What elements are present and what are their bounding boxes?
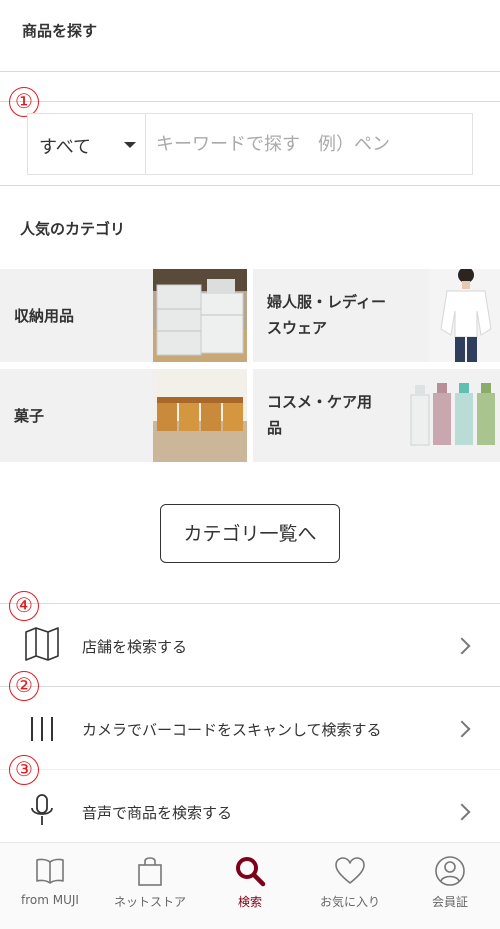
shopping-bag-icon xyxy=(138,857,162,886)
tab-favorites[interactable]: お気に入り xyxy=(300,843,400,929)
row-label: カメラでバーコードをスキャンして検索する xyxy=(82,721,382,739)
tab-search[interactable]: 検索 xyxy=(200,843,300,929)
storage-drawers-image xyxy=(153,269,247,362)
row-store-search[interactable]: 店舗を検索する xyxy=(0,604,500,686)
caret-down-icon xyxy=(124,142,136,148)
bottom-tab-bar: from MUJI ネットストア 検索 お気に入り 会員証 xyxy=(0,842,500,929)
category-tile-label-line1: コスメ・ケア用 xyxy=(267,393,373,411)
row-barcode-search[interactable]: カメラでバーコードをスキャンして検索する xyxy=(0,687,500,769)
tab-label: 検索 xyxy=(237,895,262,909)
category-select-value: すべて xyxy=(39,137,92,158)
divider xyxy=(0,185,500,186)
tab-member-card[interactable]: 会員証 xyxy=(400,843,500,929)
book-icon xyxy=(36,858,64,884)
row-voice-search[interactable]: 音声で商品を検索する xyxy=(0,770,500,852)
user-icon xyxy=(435,856,465,886)
chevron-right-icon xyxy=(453,720,471,738)
microphone-icon xyxy=(31,794,53,825)
category-tile-label-line1: 婦人服・レディー xyxy=(267,293,386,311)
category-tile-label-line2: スウェア xyxy=(267,319,328,337)
tab-label: ネットストア xyxy=(113,895,186,909)
tab-from-muji[interactable]: from MUJI xyxy=(0,843,100,929)
baked-sweets-image xyxy=(153,369,247,462)
category-tile-label: 菓子 xyxy=(14,407,45,425)
category-tile-label-line2: 品 xyxy=(267,419,283,437)
category-tile-sweets[interactable]: 菓子 xyxy=(0,369,247,462)
search-input[interactable] xyxy=(146,114,472,174)
category-tile-label: 収納用品 xyxy=(14,307,75,325)
popular-categories-heading: 人気のカテゴリ xyxy=(20,220,126,238)
row-label: 音声で商品を検索する xyxy=(82,804,233,822)
tab-label: from MUJI xyxy=(21,893,79,907)
tab-label: お気に入り xyxy=(319,895,380,909)
search-bar: すべて xyxy=(27,113,473,175)
row-label: 店舗を検索する xyxy=(82,638,188,656)
category-select[interactable]: すべて xyxy=(28,114,146,174)
chevron-right-icon xyxy=(453,803,471,821)
map-icon xyxy=(25,627,59,661)
barcode-icon xyxy=(31,717,53,741)
all-categories-button[interactable]: カテゴリ一覧へ xyxy=(160,504,340,563)
page-title: 商品を探す xyxy=(22,22,98,40)
tab-label: 会員証 xyxy=(431,895,468,909)
search-icon xyxy=(236,857,266,887)
divider xyxy=(0,101,500,102)
divider xyxy=(0,71,500,72)
category-tile-womens-wear[interactable]: 婦人服・レディー スウェア xyxy=(253,269,500,362)
category-tile-cosmetics[interactable]: コスメ・ケア用 品 xyxy=(253,369,500,462)
tab-net-store[interactable]: ネットストア xyxy=(100,843,200,929)
cosmetic-bottles-image xyxy=(405,369,500,462)
category-tile-storage[interactable]: 収納用品 xyxy=(0,269,247,362)
chevron-right-icon xyxy=(453,637,471,655)
womens-blouse-image xyxy=(429,269,500,362)
heart-icon xyxy=(335,857,365,884)
